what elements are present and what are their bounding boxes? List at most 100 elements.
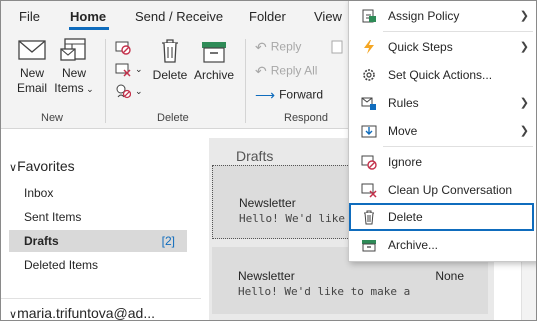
forward-icon: ⟶ xyxy=(255,87,276,103)
folder-item-deleted-items[interactable]: Deleted Items xyxy=(9,254,187,276)
forward-label: Forward xyxy=(279,87,324,102)
rules-icon xyxy=(361,97,376,110)
chevron-down-icon: ⌄ xyxy=(83,84,94,94)
reply-all-icon: ↶ xyxy=(255,63,267,79)
reply-all-button[interactable]: ↶ Reply All xyxy=(255,63,317,80)
message-sender: Newsletter xyxy=(238,269,295,283)
account-header[interactable]: ∨maria.trifuntova@ad... xyxy=(9,305,155,321)
message-sender: Newsletter xyxy=(239,196,296,210)
tab-folder[interactable]: Folder xyxy=(249,9,286,24)
move-icon xyxy=(361,125,377,138)
reply-label: Reply xyxy=(270,39,302,54)
archive-button[interactable]: Archive xyxy=(191,37,237,83)
menu-item-move[interactable]: Move ❯ xyxy=(349,117,536,145)
ignore-icon xyxy=(115,41,131,55)
favorites-label: Favorites xyxy=(17,158,75,174)
unread-count: [2] xyxy=(161,234,175,248)
divider xyxy=(1,298,201,299)
new-items-label-2: Items xyxy=(54,81,84,95)
menu-item-label: Move xyxy=(388,124,418,138)
cleanup-icon xyxy=(115,63,131,77)
menu-item-label: Set Quick Actions... xyxy=(388,68,493,82)
account-label: maria.trifuntova@ad... xyxy=(17,305,155,321)
tab-view[interactable]: View xyxy=(314,9,342,24)
trash-icon xyxy=(162,39,178,63)
envelope-icon xyxy=(18,40,46,60)
menu-item-clean-up-conversation[interactable]: Clean Up Conversation xyxy=(349,176,536,204)
group-label-delete: Delete xyxy=(157,112,189,124)
outlook-window: File Home Send / Receive Folder View New… xyxy=(0,0,537,321)
chevron-down-icon: ⌄ xyxy=(135,86,143,97)
new-email-label-2: Email xyxy=(16,81,47,95)
menu-item-quick-steps[interactable]: Quick Steps ❯ xyxy=(349,33,536,61)
menu-separator xyxy=(383,31,533,32)
menu-item-assign-policy[interactable]: Assign Policy ❯ xyxy=(349,2,536,30)
meeting-icon xyxy=(331,40,343,54)
gear-icon xyxy=(363,69,375,81)
chevron-down-icon: ∨ xyxy=(9,309,18,321)
tab-file[interactable]: File xyxy=(19,9,40,24)
menu-item-label: Rules xyxy=(388,96,419,110)
folder-name: Deleted Items xyxy=(24,258,99,272)
ignore-icon xyxy=(361,155,377,170)
lightning-icon xyxy=(364,40,374,54)
group-separator xyxy=(245,39,246,123)
menu-item-label: Archive... xyxy=(388,238,439,252)
favorites-header[interactable]: ∨Favorites xyxy=(9,158,75,174)
menu-separator xyxy=(383,146,533,147)
menu-item-archive[interactable]: Archive... xyxy=(349,231,536,259)
group-label-new: New xyxy=(41,112,64,124)
folder-name: Sent Items xyxy=(24,210,82,224)
tab-home[interactable]: Home xyxy=(70,9,106,24)
menu-item-set-quick-actions[interactable]: Set Quick Actions... xyxy=(349,61,536,89)
assign-policy-icon xyxy=(362,9,376,23)
delete-label: Delete xyxy=(152,68,188,82)
junk-icon xyxy=(116,84,131,99)
folder-pane: ∨Favorites Inbox Sent Items Drafts [2] D… xyxy=(1,130,201,321)
message-category: None xyxy=(435,269,464,283)
chevron-down-icon: ∨ xyxy=(9,162,18,174)
trash-icon xyxy=(364,210,374,225)
folder-item-inbox[interactable]: Inbox xyxy=(9,182,187,204)
reply-all-label: Reply All xyxy=(270,63,318,78)
message-list-header: Drafts xyxy=(236,148,274,164)
tab-send-receive[interactable]: Send / Receive xyxy=(135,9,223,24)
menu-item-label: Assign Policy xyxy=(388,9,460,23)
archive-label: Archive xyxy=(193,68,234,82)
folder-item-sent-items[interactable]: Sent Items xyxy=(9,206,187,228)
context-menu: Assign Policy ❯ Quick Steps ❯ Set Quick … xyxy=(348,1,536,262)
cleanup-button[interactable]: ⌄ xyxy=(115,61,143,77)
folder-name: Drafts xyxy=(24,234,59,248)
ignore-button[interactable] xyxy=(115,39,135,55)
new-email-label-1: New xyxy=(19,66,44,80)
folder-name: Inbox xyxy=(24,186,54,200)
chevron-right-icon: ❯ xyxy=(519,125,529,137)
reply-button[interactable]: ↶ Reply xyxy=(255,39,301,56)
meeting-button[interactable] xyxy=(331,39,343,58)
message-preview: Hello! We'd like to make a xyxy=(238,285,411,298)
new-items-label-1: New xyxy=(61,66,86,80)
forward-button[interactable]: ⟶ Forward xyxy=(255,87,323,104)
active-tab-indicator xyxy=(69,27,109,30)
chevron-right-icon: ❯ xyxy=(519,41,529,53)
new-items-icon xyxy=(60,38,86,61)
chevron-down-icon: ⌄ xyxy=(135,64,143,75)
menu-item-delete[interactable]: Delete xyxy=(349,203,534,231)
delete-button[interactable]: Delete xyxy=(151,37,189,83)
archive-icon xyxy=(202,42,226,63)
menu-item-rules[interactable]: Rules ❯ xyxy=(349,89,536,117)
menu-item-label: Ignore xyxy=(388,155,423,169)
group-label-respond: Respond xyxy=(284,112,329,124)
new-email-button[interactable]: New Email xyxy=(11,37,53,96)
chevron-right-icon: ❯ xyxy=(519,97,529,109)
menu-item-label: Clean Up Conversation xyxy=(388,183,513,197)
chevron-right-icon: ❯ xyxy=(519,10,529,22)
cleanup-icon xyxy=(361,183,377,198)
junk-button[interactable]: ⌄ xyxy=(115,83,143,99)
reply-icon: ↶ xyxy=(255,39,267,55)
menu-item-label: Quick Steps xyxy=(388,40,453,54)
new-items-button[interactable]: New Items ⌄ xyxy=(53,37,95,97)
archive-icon xyxy=(362,240,376,252)
folder-item-drafts[interactable]: Drafts [2] xyxy=(9,230,187,252)
menu-item-ignore[interactable]: Ignore xyxy=(349,148,536,176)
